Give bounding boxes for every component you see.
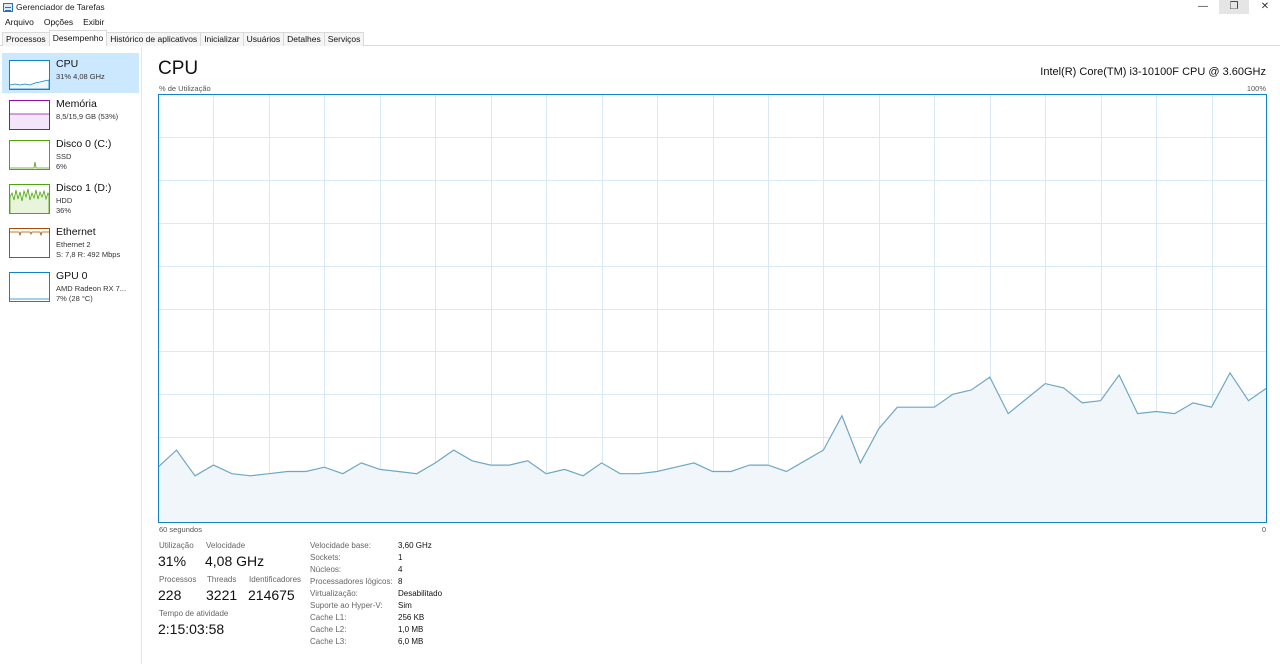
menu-opcoes[interactable]: Opções bbox=[39, 16, 78, 29]
detail-value: Desabilitado bbox=[398, 589, 443, 598]
tab-bar: Processos Desempenho Histórico de aplica… bbox=[0, 30, 1280, 46]
detail-label: Núcleos: bbox=[310, 565, 342, 574]
utilization-label: Utilização bbox=[159, 541, 194, 550]
cpu-graph-icon bbox=[9, 60, 50, 90]
sidebar-item-cpu[interactable]: CPU 31% 4,08 GHz bbox=[2, 53, 139, 93]
window-title: Gerenciador de Tarefas bbox=[16, 2, 105, 12]
sidebar-item-detail: 6% bbox=[56, 162, 67, 171]
sidebar-item-detail: 7% (28 °C) bbox=[56, 294, 93, 303]
detail-value: 8 bbox=[398, 577, 403, 586]
sidebar-item-title: Ethernet bbox=[56, 226, 96, 238]
tab-detalhes[interactable]: Detalhes bbox=[283, 32, 325, 46]
tab-usuarios[interactable]: Usuários bbox=[242, 32, 285, 46]
detail-value: 256 KB bbox=[398, 613, 425, 622]
sidebar-item-title: GPU 0 bbox=[56, 270, 88, 282]
restore-button[interactable]: ❐ bbox=[1219, 0, 1249, 14]
sidebar-item-detail: HDD bbox=[56, 196, 73, 205]
axis-label-time: 60 segundos bbox=[159, 525, 202, 534]
detail-value: 1 bbox=[398, 553, 403, 562]
tab-processos[interactable]: Processos bbox=[2, 32, 50, 46]
handles-value: 214675 bbox=[248, 587, 295, 603]
threads-value: 3221 bbox=[206, 587, 238, 603]
cpu-model: Intel(R) Core(TM) i3-10100F CPU @ 3.60GH… bbox=[1040, 66, 1266, 78]
threads-label: Threads bbox=[207, 575, 237, 584]
uptime-value: 2:15:03:58 bbox=[158, 621, 225, 637]
title-bar: Gerenciador de Tarefas — ❐ ✕ bbox=[0, 0, 1280, 15]
detail-label: Cache L2: bbox=[310, 625, 347, 634]
resource-sidebar: CPU 31% 4,08 GHz Memória 8,5/15,9 GB (53… bbox=[0, 47, 142, 664]
disk-graph-icon bbox=[9, 184, 50, 214]
handles-label: Identificadores bbox=[249, 575, 302, 584]
speed-label: Velocidade bbox=[206, 541, 246, 550]
memory-graph-icon bbox=[9, 100, 50, 130]
cpu-utilization-chart bbox=[158, 94, 1267, 523]
gpu-graph-icon bbox=[9, 272, 50, 302]
detail-label: Processadores lógicos: bbox=[310, 577, 393, 586]
processes-label: Processos bbox=[159, 575, 197, 584]
uptime-label: Tempo de atividade bbox=[159, 609, 229, 618]
detail-value: Sim bbox=[398, 601, 412, 610]
sidebar-item-detail: 31% 4,08 GHz bbox=[56, 72, 105, 81]
detail-value: 3,60 GHz bbox=[398, 541, 432, 550]
tab-desempenho[interactable]: Desempenho bbox=[48, 30, 108, 46]
speed-value: 4,08 GHz bbox=[205, 553, 265, 569]
detail-label: Suporte ao Hyper-V: bbox=[310, 601, 383, 610]
sidebar-item-detail: AMD Radeon RX 7... bbox=[56, 284, 127, 293]
sidebar-item-title: CPU bbox=[56, 58, 79, 70]
menu-arquivo[interactable]: Arquivo bbox=[0, 16, 39, 29]
detail-label: Virtualização: bbox=[310, 589, 358, 598]
sidebar-item-memory[interactable]: Memória 8,5/15,9 GB (53%) bbox=[2, 93, 139, 133]
sidebar-item-disk-0[interactable]: Disco 0 (C:) SSD 6% bbox=[2, 133, 139, 173]
page-title: CPU bbox=[158, 58, 199, 79]
disk-graph-icon bbox=[9, 140, 50, 170]
network-graph-icon bbox=[9, 228, 50, 258]
sidebar-item-title: Disco 1 (D:) bbox=[56, 182, 112, 194]
sidebar-item-detail: 8,5/15,9 GB (53%) bbox=[56, 112, 119, 121]
tab-servicos[interactable]: Serviços bbox=[323, 32, 365, 46]
task-manager-icon bbox=[3, 3, 13, 12]
sidebar-item-detail: SSD bbox=[56, 152, 72, 161]
detail-label: Velocidade base: bbox=[310, 541, 371, 550]
detail-value: 6,0 MB bbox=[398, 637, 424, 646]
menu-exibir[interactable]: Exibir bbox=[78, 16, 109, 29]
minimize-button[interactable]: — bbox=[1188, 0, 1218, 14]
menu-bar: Arquivo Opções Exibir bbox=[0, 16, 109, 29]
tab-historico[interactable]: Histórico de aplicativos bbox=[106, 32, 202, 46]
sidebar-item-ethernet[interactable]: Ethernet Ethernet 2 S: 7,8 R: 492 Mbps bbox=[2, 221, 139, 261]
detail-value: 1,0 MB bbox=[398, 625, 424, 634]
detail-value: 4 bbox=[398, 565, 403, 574]
utilization-value: 31% bbox=[158, 553, 187, 569]
sidebar-item-detail: Ethernet 2 bbox=[56, 240, 91, 249]
sidebar-item-detail: S: 7,8 R: 492 Mbps bbox=[56, 250, 121, 259]
tab-inicializar[interactable]: Inicializar bbox=[200, 32, 244, 46]
processes-value: 228 bbox=[158, 587, 182, 603]
sidebar-item-title: Memória bbox=[56, 98, 97, 110]
close-button[interactable]: ✕ bbox=[1250, 0, 1280, 14]
axis-label-max: 100% bbox=[1246, 84, 1266, 93]
sidebar-item-gpu[interactable]: GPU 0 AMD Radeon RX 7... 7% (28 °C) bbox=[2, 265, 139, 305]
detail-label: Cache L1: bbox=[310, 613, 347, 622]
axis-label-zero: 0 bbox=[1261, 525, 1266, 534]
detail-label: Sockets: bbox=[310, 553, 341, 562]
detail-label: Cache L3: bbox=[310, 637, 347, 646]
sidebar-item-title: Disco 0 (C:) bbox=[56, 138, 112, 150]
sidebar-item-disk-1[interactable]: Disco 1 (D:) HDD 36% bbox=[2, 177, 139, 217]
axis-label-utilization: % de Utilização bbox=[159, 84, 211, 93]
sidebar-item-detail: 36% bbox=[56, 206, 72, 215]
